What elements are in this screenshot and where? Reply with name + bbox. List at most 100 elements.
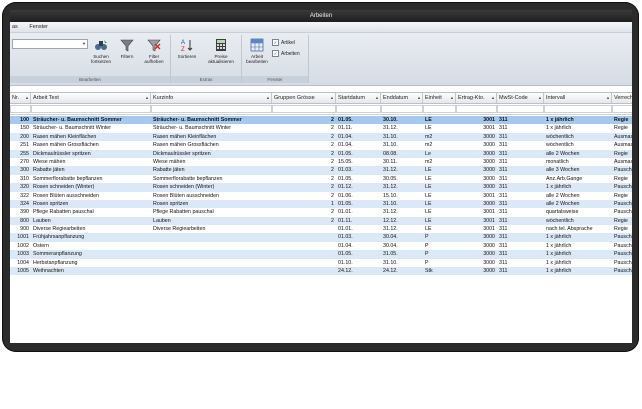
table-row[interactable]: 1002 Ostern 01.04. 30.04. P 3000 311 1 x jährli… [10,242,632,250]
sort-arrow-icon[interactable]: ▲ [266,93,270,103]
sort-arrow-icon[interactable]: ▲ [606,93,610,103]
table-row[interactable]: 320 Rosen schneiden (Winter) Rosen schneid… [10,183,632,192]
cell-gr: 2 [331,125,334,132]
cell-einheit: LE [425,200,432,207]
filter-input-verr[interactable] [612,105,632,113]
table-row[interactable]: 150 Sträucher- u. Baumschnitt Winter Sträu… [10,124,632,132]
cell-intervall: 1 x jährlich [546,242,572,249]
table-row[interactable]: 800 Lauben Lauben 2 01.11. 12.12. LE 3001 311 wöc… [10,216,632,226]
column-header-nr[interactable]: Nr. ▲ [10,93,31,103]
column-header-intervall[interactable]: Intervall ▲ [544,93,612,103]
table-row[interactable]: 322 Rosen Blüten ausschneiden Rosen Blüten… [10,192,632,200]
suchen-fortsetzen-button[interactable]: Suchen fortsetzen [88,38,114,64]
cell-mwst: 311 [499,209,508,216]
table-row[interactable]: 255 Dickmaulrüssler spritzen Dickmaulrüssl… [10,149,632,158]
table-row[interactable]: 1004 Herbstanpflanzung 01.10. 31.10. P 3000 31… [10,259,632,267]
column-header-kto[interactable]: Ertrag-Kto. ▲ [456,93,497,103]
filter-input-mwst[interactable] [497,105,544,113]
filter-input-nr[interactable] [10,105,31,113]
table-row[interactable]: 900 Diverse Regiearbeiten Diverse Regiearb… [10,225,632,233]
table-row[interactable]: 270 Wiese mähen Wiese mähen 2 15.05. 30.11. m2… [10,158,632,166]
filter-input-intervall[interactable] [544,105,612,113]
sort-arrow-icon[interactable]: ▲ [145,93,149,103]
column-header-gr[interactable]: Gruppen Grösse ▲ [272,93,336,103]
checkbox-artikel[interactable]: ✓ Artikel [272,39,295,46]
filter-input-gr[interactable] [272,105,336,113]
cell-kto: 3000 [483,251,495,258]
cell-text: Dickmaulrüssler spritzen [33,150,91,157]
menu-item-as[interactable]: as [12,24,18,30]
table-row[interactable]: 1003 Sommeranpflanzung 01.05. 31.05. P 3000 31… [10,250,632,259]
table-row[interactable]: 251 Rasen mähen Grossflächen Rasen mähen G… [10,141,632,149]
filter-input-kto[interactable] [456,105,497,113]
column-header-label: Startdatum [338,95,365,101]
sortieren-button[interactable]: AZ Sortieren [174,38,200,59]
menu-item-fenster[interactable]: Fenster [29,24,48,30]
cell-intervall: 1 x jährlich [546,268,572,275]
sort-arrow-icon[interactable]: ▲ [25,93,29,103]
cell-verr: Pauschal [614,184,632,191]
sort-arrow-icon[interactable]: ▲ [538,93,542,103]
cell-verr: Pauschal [614,259,632,266]
checkbox-artikel-label: Artikel [281,39,295,46]
table-row[interactable]: 310 Sommerflorabatte bepflanzen Sommerflor… [10,175,632,183]
preise-label: Preise aktualisieren [208,54,234,64]
cell-start: 01.05. [338,117,353,123]
table-row[interactable]: 1001 Frühjahrsanpflanzung 01.03. 30.04. P 300… [10,233,632,242]
arbeit-bearbeiten-button[interactable]: Arbeit bearbeiten [244,38,270,64]
cell-nr: 251 [20,142,29,149]
cell-kurz: Wiese mähen [153,158,186,165]
filter-input-einheit[interactable] [423,105,456,113]
sort-arrow-icon[interactable]: ▲ [417,93,421,103]
column-header-end[interactable]: Enddatum ▲ [381,93,423,103]
table-row[interactable]: 390 Pflege Rabatten pauschal Pflege Rabatt… [10,208,632,216]
cell-kurz: Sträucher- u. Baumschnitt Sommer [153,117,242,123]
cell-gr: 2 [331,184,334,191]
table-row[interactable]: 100 Sträucher- u. Baumschnitt Sommer Sträu… [10,116,632,125]
checkbox-arbeiten[interactable]: ✓ Arbeiten [272,50,300,57]
cell-nr: 390 [20,209,29,216]
binoculars-icon [95,40,107,50]
cell-kurz: Dickmaulrüssler spritzen [153,150,211,157]
search-input[interactable]: ▼ [12,39,88,49]
cell-intervall: 1 x jährlich [546,184,572,191]
filter-aufheben-button[interactable]: Filter aufheben [140,38,168,64]
table-row[interactable]: 200 Rasen mähen Kleinflächen Rasen mähen K… [10,132,632,142]
filter-input-end[interactable] [381,105,423,113]
column-header-mwst[interactable]: MwSt-Code ▲ [497,93,544,103]
cell-start: 01.04. [338,242,353,249]
sort-arrow-icon[interactable]: ▲ [491,93,495,103]
filtern-button[interactable]: Filtern [116,38,138,59]
cell-kurz: Rosen schneiden (Winter) [153,184,215,191]
chevron-down-icon[interactable]: ▼ [82,41,86,46]
cell-gr: 2 [331,158,334,165]
cell-kurz: Rasen mähen Kleinflächen [153,133,217,140]
sort-arrow-icon[interactable]: ▲ [375,93,379,103]
cell-einheit: LE [425,117,432,123]
cell-verr: Pauschal [614,242,632,249]
checkbox-arbeiten-label: Arbeiten [281,50,300,57]
column-header-verr[interactable]: Verrechnung [612,93,632,103]
sort-arrow-icon[interactable]: ▲ [330,93,334,103]
preise-aktualisieren-button[interactable]: Preise aktualisieren [203,38,239,64]
cell-kurz [151,233,272,241]
cell-intervall: wöchentlich [546,217,574,224]
sort-arrow-icon[interactable]: ▲ [450,93,454,103]
table-row[interactable]: 300 Rabatte jäten Rabatte jäten 2 01.03. 31.1… [10,166,632,175]
cell-kurz: Sommerflorabatte bepflanzen [153,175,223,182]
table-row[interactable]: 1005 Weihnachten 24.12. 24.12. Stk 3000 311 1 x… [10,267,632,276]
column-header-start[interactable]: Startdatum ▲ [336,93,381,103]
cell-verr: Regie [614,192,628,199]
filter-input-start[interactable] [336,105,381,113]
cell-text: Weihnachten [33,268,64,275]
column-header-kurz[interactable]: Kurzinfo ▲ [151,93,272,103]
column-header-text[interactable]: Arbeit Text ▲ [31,93,151,103]
arbeit-bearbeiten-label: Arbeit bearbeiten [246,54,268,64]
table-row[interactable]: 324 Rosen spritzen Rosen spritzen 1 01.05. 31… [10,199,632,209]
filter-input-text[interactable] [31,105,151,113]
cell-verr: Regie [614,217,628,224]
column-header-label: MwSt-Code [499,95,528,101]
column-header-einheit[interactable]: Einheit ▲ [423,93,456,103]
cell-kurz [151,250,272,258]
filter-input-kurz[interactable] [151,105,272,113]
